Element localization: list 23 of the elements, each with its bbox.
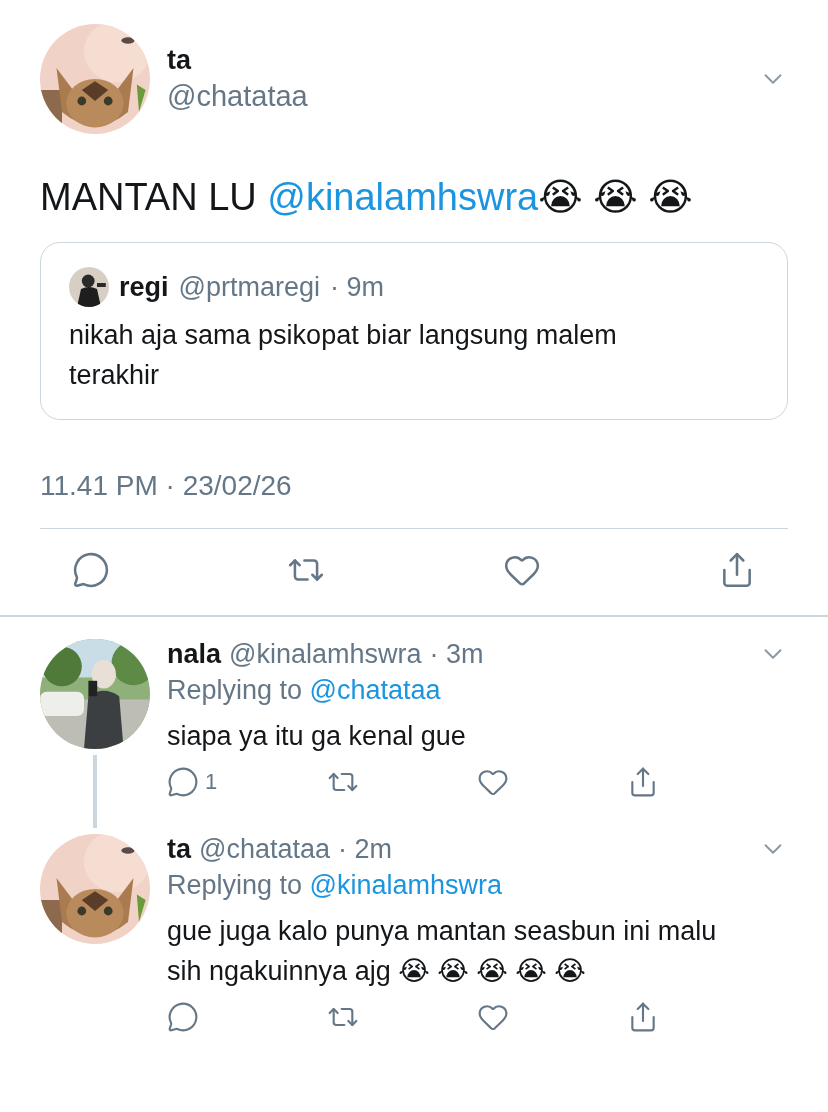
- quoted-text: nikah aja sama psikopat biar langsung malem terakhir: [69, 319, 618, 392]
- timestamp: 11.41 PM · 23/02/26: [40, 470, 788, 529]
- reply-icon[interactable]: [167, 765, 199, 798]
- user-handle[interactable]: @chatataa: [167, 80, 741, 113]
- quoted-tweet[interactable]: regi @prtmaregi · 9m nikah aja sama psikopat biar langsung malem terakhir: [40, 242, 788, 420]
- replying-to-label: Replying to: [167, 674, 303, 705]
- user-name[interactable]: ta: [167, 45, 741, 76]
- tweet-text: MANTAN LU @kinalamhswra😭 😭 😭: [40, 175, 694, 220]
- user-name[interactable]: ta: [167, 833, 191, 865]
- reply-count: 1: [205, 768, 218, 795]
- user-handle: @kinalamhswra: [229, 638, 422, 670]
- reply-icon[interactable]: [72, 551, 110, 589]
- user-handle: @prtmaregi: [178, 271, 320, 303]
- reply-icon[interactable]: [167, 1000, 199, 1033]
- time-ago: · 2m: [338, 833, 392, 865]
- replying-to-label: Replying to: [167, 869, 303, 900]
- user-handle: @chatataa: [199, 833, 330, 865]
- reply-text: siapa ya itu ga kenal gue: [167, 719, 467, 753]
- user-name[interactable]: nala: [167, 638, 222, 670]
- time-ago: · 9m: [330, 271, 384, 303]
- reply-text: gue juga kalo punya mantan seasbun ini malu sih ngakuinnya ajg 😭 😭 😭 😭 😭: [167, 914, 718, 988]
- user-name: regi: [119, 271, 169, 303]
- time-ago: · 3m: [429, 638, 484, 670]
